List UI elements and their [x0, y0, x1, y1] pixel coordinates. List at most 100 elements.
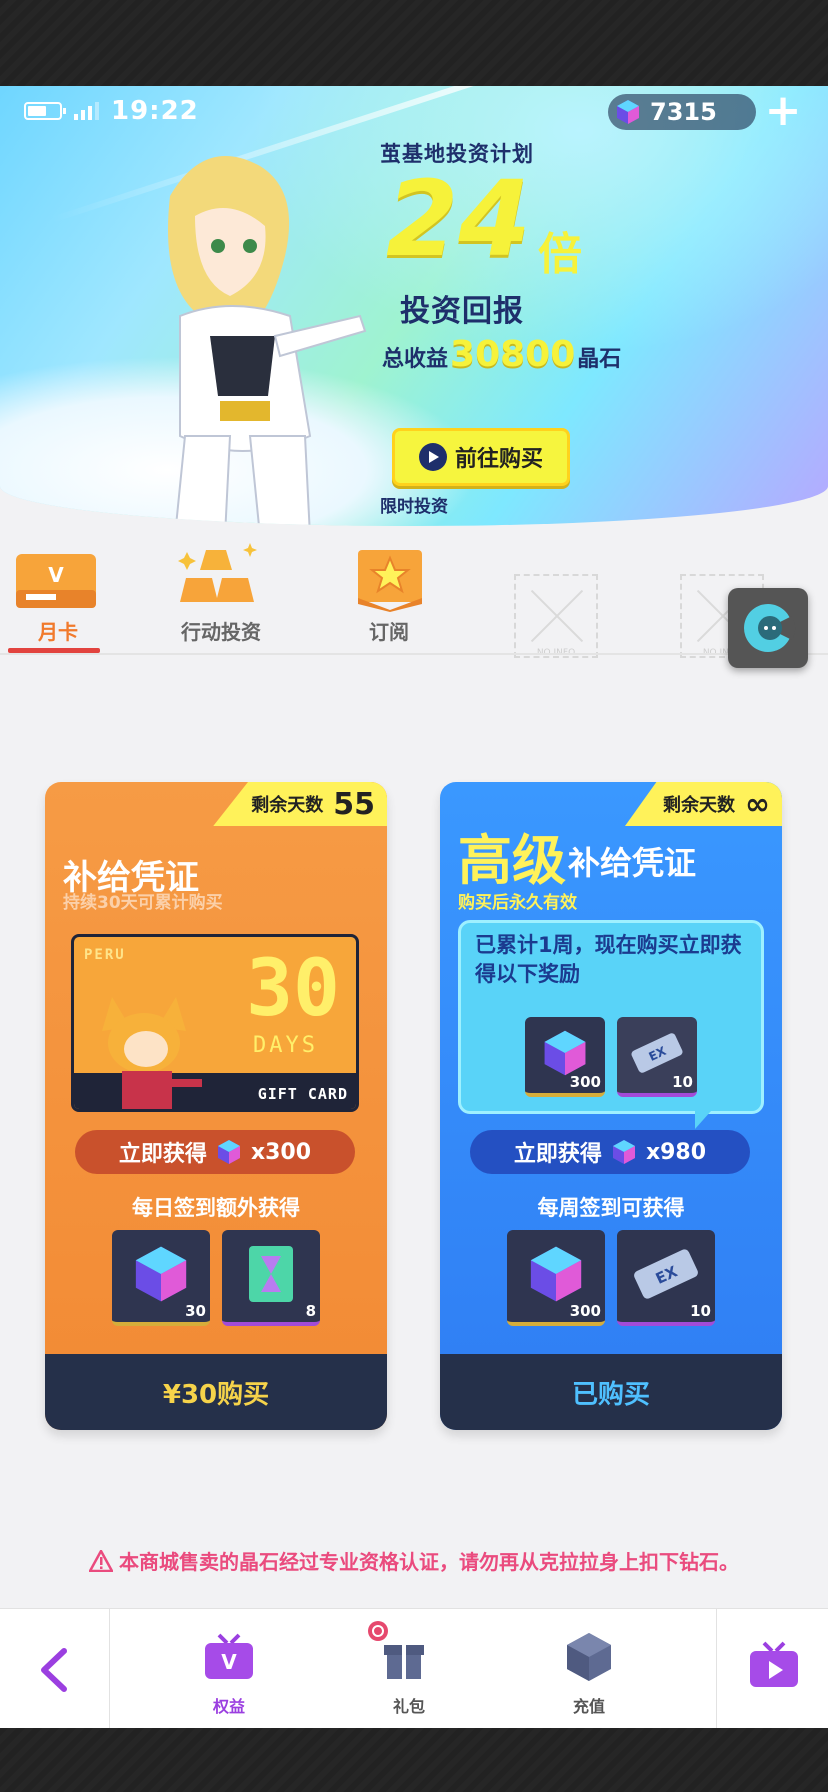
- active-tab-indicator: [8, 648, 100, 653]
- instant-label: 立即获得: [118, 1142, 207, 1167]
- gem-count: 7315: [650, 98, 717, 126]
- card-title-highlight: 高级: [458, 829, 566, 892]
- gift-card-brand: PERU: [84, 947, 126, 963]
- instant-label: 立即获得: [513, 1142, 602, 1167]
- device-top-bezel: [0, 0, 828, 86]
- go-buy-label: 前往购买: [454, 447, 543, 472]
- tab-label: 订阅: [369, 620, 409, 644]
- hourglass-ticket-icon: [249, 1246, 293, 1303]
- reward-item[interactable]: 300: [507, 1230, 605, 1326]
- reward-item[interactable]: EX 10: [617, 1017, 697, 1097]
- nav-label: 权益: [212, 1697, 245, 1716]
- play-arrow-icon: [418, 443, 447, 471]
- reward-count: 300: [569, 1302, 601, 1320]
- gem-warning-notice: 本商城售卖的晶石经过专业资格认证，请勿再从克拉拉身上扣下钻石。: [0, 1546, 828, 1575]
- accumulated-reward-bubble: 已累计1周，现在购买立即获得以下奖励 300 EX 10: [458, 920, 764, 1129]
- reward-item[interactable]: 300: [525, 1017, 605, 1097]
- add-gems-button[interactable]: +: [764, 89, 802, 133]
- daily-checkin-heading: 每日签到额外获得: [132, 1196, 300, 1220]
- gift-card-number: 30: [246, 944, 340, 1034]
- banner-total: 总收益 30800 晶石: [382, 334, 621, 375]
- crystal-cube-icon: [135, 1246, 187, 1302]
- crystal-cube-icon: [612, 1140, 635, 1164]
- reward-count: 8: [305, 1302, 316, 1320]
- reward-count: 30: [185, 1302, 206, 1320]
- tab-action-investment[interactable]: 行动投资: [146, 526, 296, 656]
- gift-card-days: DAYS: [253, 1033, 318, 1058]
- placeholder-no-info-icon[interactable]: NO INFO: [514, 574, 598, 658]
- remaining-days-badge: 剩余天数 55: [213, 782, 387, 826]
- svg-text:V: V: [48, 563, 64, 587]
- nav-benefits[interactable]: V 权益: [184, 1627, 274, 1717]
- basic-supply-card: 剩余天数 55 补给凭证 持续30天可累计购买 PERU 30 DAYS GIF…: [45, 782, 387, 1430]
- daily-reward-items: 30 8: [45, 1230, 387, 1326]
- video-button[interactable]: [744, 1639, 804, 1695]
- crystal-cube-icon: [530, 1246, 582, 1302]
- ticket-icon: EX: [634, 1249, 698, 1299]
- gift-icon: [368, 1621, 424, 1679]
- warning-icon: [89, 1549, 113, 1572]
- go-buy-button[interactable]: 前往购买: [392, 428, 570, 486]
- signal-icon: [74, 102, 99, 120]
- nav-label: 充值: [572, 1697, 605, 1716]
- gem-balance[interactable]: 7315: [608, 94, 756, 130]
- character-illustration: [168, 156, 367, 526]
- battery-icon: [24, 102, 66, 120]
- card-subtitle: 购买后永久有效: [458, 893, 577, 913]
- remaining-days-label: 剩余天数: [663, 795, 735, 816]
- back-button[interactable]: [34, 1645, 78, 1695]
- gift-card-caption: GIFT CARD: [257, 1085, 348, 1103]
- reward-count: 300: [569, 1073, 601, 1091]
- reward-count: 10: [690, 1302, 711, 1320]
- crystal-cube-icon: [217, 1140, 240, 1164]
- device-bottom-bezel: [0, 1728, 828, 1792]
- status-time: 19:22: [111, 96, 199, 126]
- instant-reward-pill: 立即获得 x300: [75, 1130, 355, 1174]
- tab-monthly-card[interactable]: V 月卡: [0, 526, 150, 656]
- tv-play-icon: [750, 1641, 798, 1687]
- tabs-divider: [0, 653, 828, 655]
- reward-item[interactable]: 30: [112, 1230, 210, 1326]
- weekly-checkin-heading: 每周签到可获得: [537, 1196, 685, 1220]
- card-subtitle: 持续30天可累计购买: [63, 893, 223, 913]
- chat-bot-icon: [744, 604, 796, 652]
- instant-amount: x980: [645, 1139, 707, 1165]
- buy-30-button[interactable]: ¥30购买: [45, 1354, 387, 1430]
- nav-label: 礼包: [392, 1697, 425, 1716]
- bottom-navigation: V 权益 礼包 充值: [0, 1608, 828, 1728]
- reward-item[interactable]: EX 10: [617, 1230, 715, 1326]
- banner-subtitle: 投资回报: [400, 294, 524, 329]
- ticket-icon: EX: [631, 1033, 683, 1074]
- subscription-star-icon: [358, 550, 422, 612]
- premium-supply-card: 剩余天数 ∞ 高级 补给凭证 购买后永久有效 已累计1周，现在购买立即获得以下奖…: [440, 782, 782, 1430]
- banner-multiplier-unit: 倍: [538, 229, 582, 280]
- monthly-card-icon: V: [16, 554, 96, 608]
- tab-subscription[interactable]: 订阅: [314, 526, 464, 656]
- banner-total-suffix: 晶石: [577, 347, 622, 372]
- purchased-status: 已购买: [440, 1354, 782, 1430]
- nav-gift-pack[interactable]: 礼包: [364, 1621, 454, 1717]
- remaining-days-value: 55: [333, 786, 375, 822]
- remaining-days-badge: 剩余天数 ∞: [625, 782, 782, 826]
- banner-total-prefix: 总收益: [382, 347, 449, 372]
- nav-recharge[interactable]: 充值: [544, 1627, 634, 1717]
- category-tabs: V 月卡 行动投资 订阅 NO INFO NO INFO: [0, 526, 828, 658]
- reward-item[interactable]: 8: [222, 1230, 320, 1326]
- svg-text:V: V: [221, 1650, 237, 1674]
- status-bar: 19:22: [24, 96, 199, 126]
- remaining-days-label: 剩余天数: [251, 795, 324, 816]
- bubble-reward-items: 300 EX 10: [461, 1017, 761, 1097]
- floating-chat-button[interactable]: [728, 588, 808, 668]
- fox-girl-icon: [102, 997, 202, 1109]
- cube-icon: [567, 1633, 611, 1681]
- card-title-rest: 补给凭证: [568, 844, 697, 882]
- banner-multiplier: 24: [386, 158, 531, 280]
- crystal-cube-icon: [617, 100, 639, 124]
- investment-banner[interactable]: 19:22 7315 + 茧基地投资计划 24 倍 投资回报 总收益 30800…: [0, 86, 828, 526]
- crystal-cube-icon: [544, 1031, 586, 1076]
- gift-card-image: PERU 30 DAYS GIFT CARD: [71, 934, 359, 1112]
- instant-reward-pill: 立即获得 x980: [470, 1130, 750, 1174]
- bubble-text: 已累计1周，现在购买立即获得以下奖励: [475, 933, 742, 986]
- tv-v-icon: V: [205, 1633, 253, 1679]
- card-title: 高级 补给凭证: [458, 832, 696, 890]
